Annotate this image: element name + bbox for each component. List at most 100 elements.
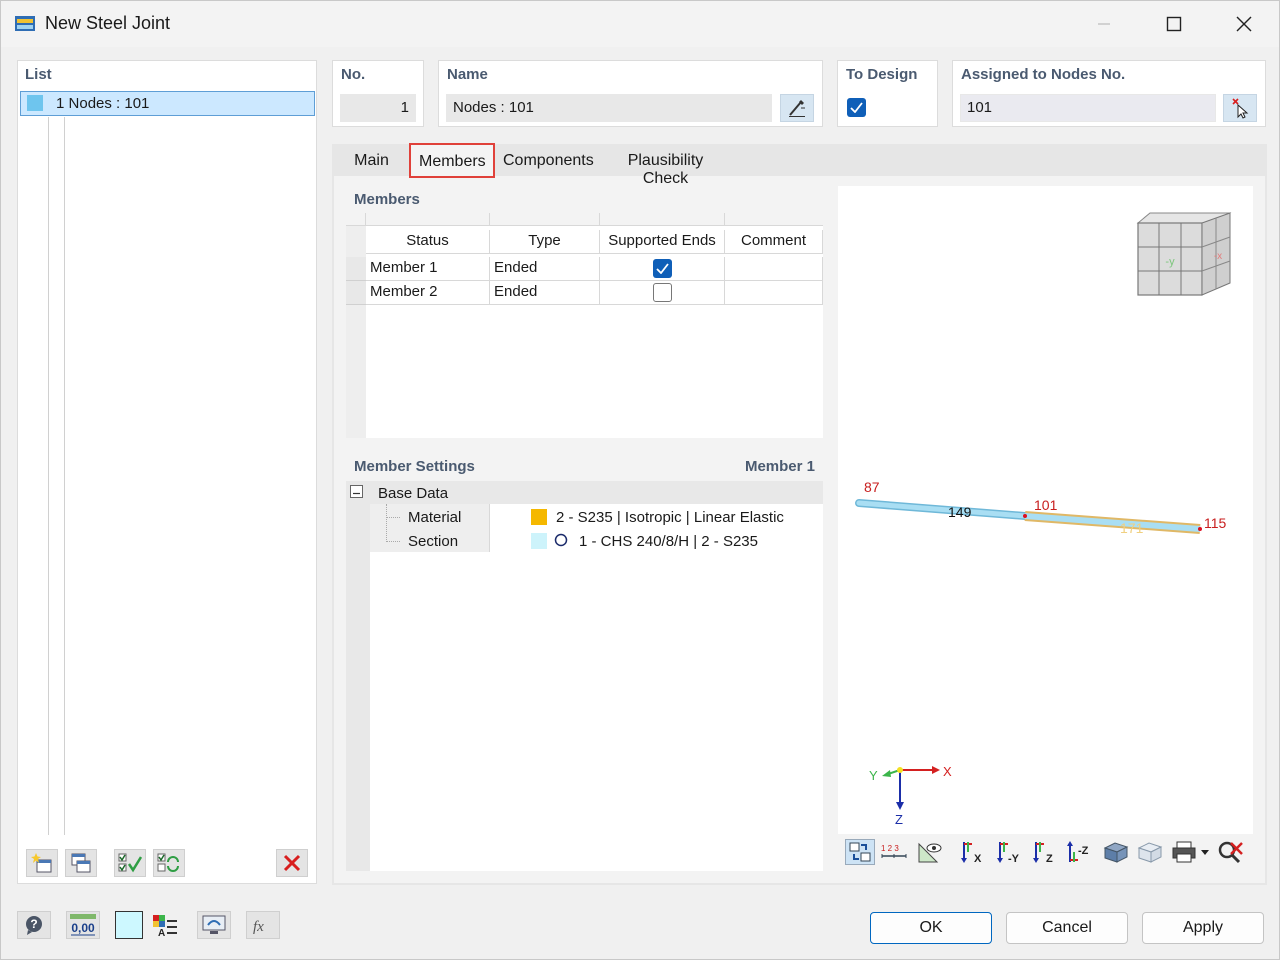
section-value[interactable]: 1 - CHS 240/8/H | 2 - S235 (579, 533, 758, 550)
pick-cursor-icon (1232, 98, 1249, 119)
to-design-checkbox[interactable] (847, 98, 866, 117)
minimize-icon (1098, 23, 1110, 25)
close-button[interactable] (1209, 1, 1279, 47)
list-item[interactable]: 1 Nodes : 101 (20, 91, 315, 116)
view-neg-z-button[interactable]: -Z (1065, 839, 1095, 865)
minimize-button[interactable] (1069, 1, 1139, 47)
members-panel: Members Status Type Supported Ends Comme… (346, 186, 823, 438)
column-header-status[interactable]: Status (366, 230, 490, 254)
number-label: No. (341, 66, 366, 83)
view-z-button[interactable]: Z (1031, 839, 1061, 865)
member-status-cell: Member 1 (366, 257, 490, 281)
tree-guide (64, 117, 65, 835)
supported-ends-cell (600, 281, 725, 305)
number-field[interactable]: 1 (340, 94, 416, 122)
delete-item-button[interactable] (276, 849, 308, 877)
edit-pencil-icon (789, 100, 805, 117)
member-comment-cell[interactable] (725, 257, 823, 281)
column-header-comment[interactable]: Comment (725, 230, 823, 254)
new-item-icon (31, 853, 52, 873)
node-label-115: 115 (1204, 515, 1227, 531)
check-all-button[interactable] (114, 849, 146, 877)
row-header[interactable] (346, 281, 366, 305)
copy-item-button[interactable] (65, 849, 97, 877)
view-cube-icon[interactable]: -y -x (1134, 211, 1234, 299)
node-label-87: 87 (864, 479, 880, 495)
base-data-group-label[interactable]: Base Data (378, 485, 448, 502)
list-item-label: 1 Nodes : 101 (56, 95, 149, 112)
member-settings-heading: Member Settings (354, 458, 475, 475)
ok-button[interactable]: OK (870, 912, 992, 944)
tab-components[interactable]: Components (495, 146, 595, 176)
tab-main[interactable]: Main (334, 146, 409, 176)
formula-text: fx (253, 919, 264, 935)
name-section: Name Nodes : 101 (438, 60, 823, 127)
toggle-check-icon (157, 853, 179, 872)
pick-nodes-button[interactable] (1223, 94, 1257, 122)
visibility-icon (918, 842, 942, 863)
decimal-text: 0,00 (71, 921, 95, 935)
to-design-section: To Design (837, 60, 938, 127)
member-label-171: 171 (1120, 520, 1144, 536)
decimal-places-icon: 0,00 (70, 914, 96, 936)
number-section: No. 1 (332, 60, 424, 127)
supported-ends-checkbox[interactable] (653, 283, 672, 302)
svg-text:A: A (158, 928, 165, 937)
new-item-button[interactable] (26, 849, 58, 877)
help-button[interactable]: ? (17, 911, 51, 939)
decimal-places-button[interactable]: 0,00 (66, 911, 100, 939)
delete-icon (283, 854, 301, 872)
app-icon (15, 16, 35, 31)
column-header-supported-ends[interactable]: Supported Ends (600, 230, 725, 254)
view-z-icon: Z (1033, 842, 1053, 864)
edit-name-button[interactable] (780, 94, 814, 122)
numbering-button[interactable]: 1 2 3 (879, 839, 909, 865)
material-color-swatch (531, 509, 547, 525)
color-button[interactable] (115, 911, 143, 939)
member-status-cell: Member 2 (366, 281, 490, 305)
visibility-button[interactable] (915, 839, 945, 865)
reset-view-button[interactable] (1215, 839, 1245, 865)
reset-view-icon (1218, 841, 1243, 864)
member-settings-member-label: Member 1 (744, 458, 815, 475)
view-settings-icon (849, 842, 871, 862)
print-button[interactable] (1169, 839, 1213, 865)
name-field[interactable]: Nodes : 101 (446, 94, 772, 122)
legend-icon: A (153, 915, 177, 937)
view-x-button[interactable]: X (959, 839, 989, 865)
svg-text:1 2 3: 1 2 3 (881, 844, 899, 853)
title-bar: New Steel Joint (1, 1, 1279, 47)
circular-section-icon (554, 533, 568, 547)
checkmark-icon (656, 263, 669, 274)
legend-button[interactable]: A (148, 911, 182, 939)
view-settings-button[interactable] (845, 839, 875, 865)
iso-solid-button[interactable] (1101, 839, 1131, 865)
graphics-view[interactable]: -y -x 87 149 101 171 115 X Y Z (838, 186, 1253, 870)
toggle-check-button[interactable] (153, 849, 185, 877)
iso-wire-button[interactable] (1135, 839, 1165, 865)
cancel-button[interactable]: Cancel (1006, 912, 1128, 944)
tab-members[interactable]: Members (409, 143, 495, 178)
assigned-nodes-field[interactable]: 101 (960, 94, 1216, 122)
row-header[interactable] (346, 257, 366, 281)
view-x-icon: X (961, 842, 982, 864)
view-neg-z-icon: -Z (1067, 841, 1089, 862)
display-icon (202, 915, 226, 934)
display-button[interactable] (197, 911, 231, 939)
material-value[interactable]: 2 - S235 | Isotropic | Linear Elastic (556, 509, 784, 526)
view-neg-y-button[interactable]: -Y (995, 839, 1025, 865)
member-type-cell[interactable]: Ended (490, 281, 600, 305)
list-panel: List 1 Nodes : 101 (17, 60, 317, 884)
svg-text:-Z: -Z (1078, 845, 1089, 857)
maximize-button[interactable] (1139, 1, 1209, 47)
collapse-toggle[interactable] (350, 485, 363, 498)
supported-ends-checkbox[interactable] (653, 259, 672, 278)
member-comment-cell[interactable] (725, 281, 823, 305)
member-type-cell[interactable]: Ended (490, 257, 600, 281)
list-heading: List (25, 66, 52, 83)
close-icon (1236, 16, 1252, 32)
tab-plausibility-check[interactable]: Plausibility Check (596, 146, 735, 187)
apply-button[interactable]: Apply (1142, 912, 1264, 944)
formula-button[interactable]: fx (246, 911, 280, 939)
column-header-type[interactable]: Type (490, 230, 600, 254)
